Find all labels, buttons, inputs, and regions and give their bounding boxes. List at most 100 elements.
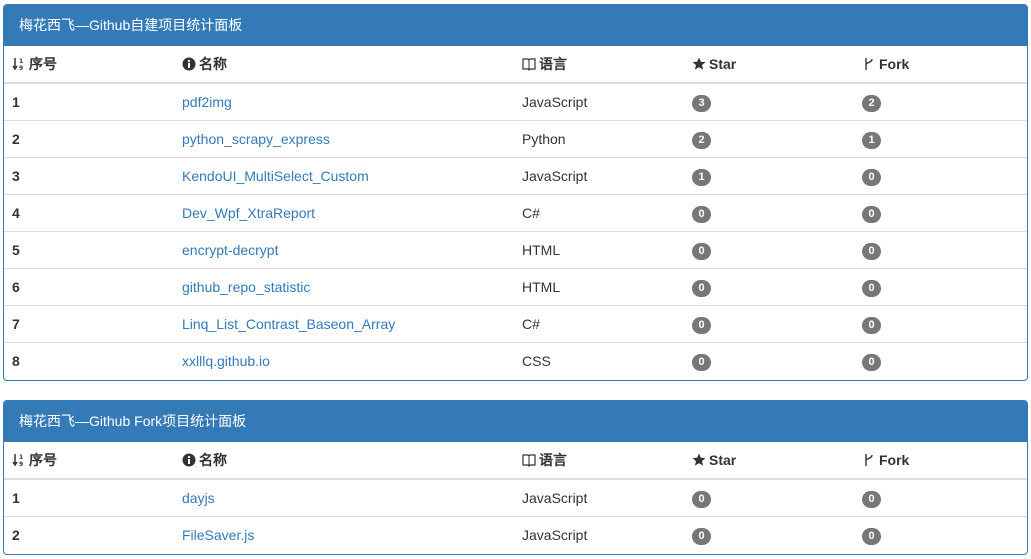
repo-link[interactable]: xxlllq.github.io [182, 353, 270, 369]
col-header-star[interactable]: Star [684, 442, 854, 480]
star-count-badge: 0 [692, 279, 711, 297]
own-projects-panel: 梅花西飞—Github自建项目统计面板 1 9 序号 名称 语言 Star Fork [3, 4, 1028, 381]
col-header-label: 语言 [539, 452, 567, 468]
star-count-badge: 2 [692, 131, 711, 149]
fork-count-badge: 0 [862, 490, 881, 508]
info-circle-icon [182, 57, 196, 71]
repo-link[interactable]: KendoUI_MultiSelect_Custom [182, 168, 369, 184]
own-projects-table: 1 9 序号 名称 语言 Star Fork 1 pdf2img JavaScript 3… [4, 46, 1027, 379]
repo-link[interactable]: github_repo_statistic [182, 279, 310, 295]
language-cell: C# [514, 194, 684, 232]
repo-link[interactable]: Linq_List_Contrast_Baseon_Array [182, 316, 395, 332]
book-icon [522, 453, 536, 467]
fork-cell: 0 [854, 157, 1027, 195]
svg-text:9: 9 [19, 461, 23, 467]
star-count-badge: 0 [692, 242, 711, 260]
col-header-index[interactable]: 1 9 序号 [4, 46, 174, 84]
repo-link[interactable]: pdf2img [182, 94, 232, 110]
repo-cell: encrypt-decrypt [174, 231, 514, 269]
language-cell: JavaScript [522, 94, 588, 110]
col-header-star[interactable]: Star [684, 46, 854, 84]
star-count-badge: 0 [692, 490, 711, 508]
col-header-label: Fork [879, 56, 910, 72]
book-icon [522, 57, 536, 71]
fork-count-badge: 0 [862, 242, 881, 260]
table-row: 7 Linq_List_Contrast_Baseon_Array C# 0 0 [4, 305, 1027, 343]
repo-link[interactable]: FileSaver.js [182, 527, 254, 543]
language-cell: Python [514, 120, 684, 158]
star-cell: 1 [684, 157, 854, 195]
col-header-label: 名称 [199, 56, 227, 72]
col-header-name[interactable]: 名称 [174, 442, 514, 480]
panel-title: 梅花西飞—Github自建项目统计面板 [4, 5, 1027, 46]
col-header-name[interactable]: 名称 [174, 46, 514, 84]
col-header-language[interactable]: 语言 [514, 442, 684, 480]
table-body: 1 dayjs JavaScript 0 0 2 FileSaver.js JavaScrip… [4, 479, 1027, 553]
fork-count-badge: 0 [862, 168, 881, 186]
star-count-badge: 3 [692, 94, 711, 112]
col-header-label: Star [709, 56, 737, 72]
repo-link[interactable]: Dev_Wpf_XtraReport [182, 205, 315, 221]
language-cell: JavaScript [522, 490, 588, 506]
row-index: 5 [4, 231, 174, 269]
fork-projects-table: 1 9 序号 名称 语言 Star Fork 1 dayjs JavaScript 0 0 2… [4, 442, 1027, 553]
panel-title: 梅花西飞—Github Fork项目统计面板 [4, 401, 1027, 442]
fork-count-badge: 1 [862, 131, 881, 149]
row-index: 2 [4, 120, 174, 158]
table-row: 1 pdf2img JavaScript 3 2 [4, 83, 1027, 121]
col-header-language[interactable]: 语言 [514, 46, 684, 84]
star-cell: 0 [684, 479, 854, 517]
star-cell: 2 [684, 120, 854, 158]
repo-cell: dayjs [174, 479, 514, 517]
fork-cell: 0 [854, 268, 1027, 306]
row-index: 1 [12, 94, 20, 110]
star-count-badge: 0 [692, 527, 711, 545]
col-header-fork[interactable]: Fork [854, 442, 1027, 480]
row-index: 8 [4, 342, 174, 379]
fork-cell: 2 [854, 83, 1027, 121]
table-row: 5 encrypt-decrypt HTML 0 0 [4, 231, 1027, 269]
table-row: 2 FileSaver.js JavaScript 0 0 [4, 516, 1027, 553]
table-body: 1 pdf2img JavaScript 3 2 2 python_scrapy_expre… [4, 83, 1027, 379]
fork-cell: 0 [854, 231, 1027, 269]
table-row: 2 python_scrapy_express Python 2 1 [4, 120, 1027, 158]
repo-link[interactable]: python_scrapy_express [182, 131, 330, 147]
repo-cell: FileSaver.js [174, 516, 514, 553]
fork-cell: 0 [854, 479, 1027, 517]
star-cell: 0 [684, 268, 854, 306]
fork-count-badge: 0 [862, 353, 881, 371]
col-header-fork[interactable]: Fork [854, 46, 1027, 84]
repo-cell: github_repo_statistic [174, 268, 514, 306]
svg-text:9: 9 [19, 65, 23, 71]
col-header-label: 语言 [539, 56, 567, 72]
table-row: 8 xxlllq.github.io CSS 0 0 [4, 342, 1027, 379]
repo-cell: xxlllq.github.io [174, 342, 514, 379]
repo-cell: python_scrapy_express [174, 120, 514, 158]
star-cell: 3 [684, 83, 854, 121]
col-header-index[interactable]: 1 9 序号 [4, 442, 174, 480]
repo-link[interactable]: encrypt-decrypt [182, 242, 278, 258]
svg-text:1: 1 [19, 454, 23, 461]
col-header-label: 序号 [29, 452, 57, 468]
table-row: 1 dayjs JavaScript 0 0 [4, 479, 1027, 517]
fork-count-badge: 2 [862, 94, 881, 112]
col-header-label: 名称 [199, 452, 227, 468]
star-icon [692, 57, 706, 71]
fork-count-badge: 0 [862, 316, 881, 334]
fork-cell: 0 [854, 516, 1027, 553]
repo-cell: Linq_List_Contrast_Baseon_Array [174, 305, 514, 343]
fork-icon [862, 57, 876, 71]
star-count-badge: 0 [692, 353, 711, 371]
col-header-label: Star [709, 452, 737, 468]
star-cell: 0 [684, 342, 854, 379]
col-header-label: Fork [879, 452, 910, 468]
language-cell: HTML [514, 231, 684, 269]
fork-cell: 0 [854, 305, 1027, 343]
table-row: 4 Dev_Wpf_XtraReport C# 0 0 [4, 194, 1027, 232]
star-cell: 0 [684, 305, 854, 343]
repo-cell: Dev_Wpf_XtraReport [174, 194, 514, 232]
sort-numeric-icon: 19 [12, 57, 26, 71]
row-index: 3 [4, 157, 174, 195]
repo-link[interactable]: dayjs [182, 490, 215, 506]
star-count-badge: 1 [692, 168, 711, 186]
